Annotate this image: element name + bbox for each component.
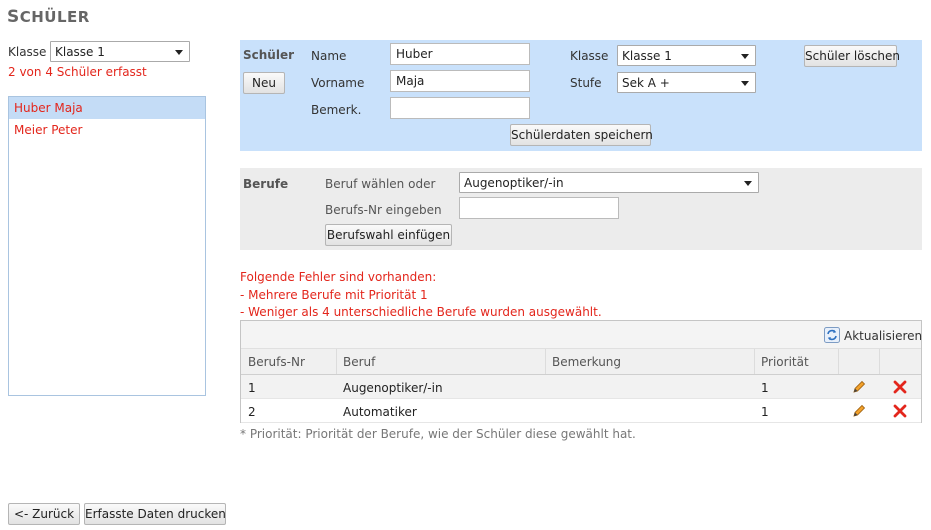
delete-x-icon[interactable]: [892, 379, 908, 395]
error-item: - Mehrere Berufe mit Priorität 1: [240, 288, 428, 302]
chevron-down-icon: [175, 50, 183, 55]
stufe-value: Sek A +: [622, 76, 670, 90]
grid-toolbar: Aktualisieren: [241, 321, 922, 349]
student-list: Huber Maja Meier Peter: [8, 96, 206, 396]
student-klasse-label: Klasse: [570, 49, 609, 63]
prioritaet-cell: 1: [761, 381, 769, 395]
prioritaet-cell: 1: [761, 405, 769, 419]
beruf-select-label: Beruf wählen oder: [325, 177, 436, 191]
berufe-grid: Aktualisieren Berufs-Nr Beruf Bemerkung …: [240, 320, 922, 423]
refresh-icon[interactable]: [824, 327, 840, 343]
pencil-icon[interactable]: [851, 379, 867, 395]
stufe-select[interactable]: Sek A +: [617, 72, 756, 93]
student-klasse-value: Klasse 1: [622, 49, 672, 63]
save-student-button[interactable]: Schülerdaten speichern: [510, 124, 653, 146]
insert-beruf-button[interactable]: Berufswahl einfügen: [325, 224, 452, 246]
berufs-nr-field[interactable]: [459, 197, 619, 219]
pencil-icon[interactable]: [851, 403, 867, 419]
chevron-down-icon: [744, 181, 752, 186]
column-header[interactable]: Beruf: [336, 349, 545, 374]
table-row[interactable]: 1 Augenoptiker/-in 1: [241, 375, 921, 399]
print-data-button[interactable]: Erfasste Daten drucken: [84, 503, 226, 525]
delete-x-icon[interactable]: [892, 403, 908, 419]
beruf-select[interactable]: Augenoptiker/-in: [459, 172, 759, 193]
back-button[interactable]: <- Zurück: [8, 503, 80, 525]
chevron-down-icon: [741, 81, 749, 86]
berufs-nr-cell: 2: [248, 405, 256, 419]
error-title: Folgende Fehler sind vorhanden:: [240, 270, 437, 284]
berufe-panel-heading: Berufe: [243, 177, 289, 191]
column-header[interactable]: Berufs-Nr: [241, 349, 336, 374]
stufe-label: Stufe: [570, 76, 602, 90]
berufs-nr-label: Berufs-Nr eingeben: [325, 203, 442, 217]
student-list-item[interactable]: Huber Maja: [9, 97, 205, 119]
klasse-filter-value: Klasse 1: [55, 45, 105, 59]
bemerkung-field[interactable]: [390, 97, 530, 119]
grid-header-row: Berufs-Nr Beruf Bemerkung Priorität: [241, 349, 921, 375]
klasse-filter-label: Klasse: [8, 45, 47, 59]
klasse-filter-select[interactable]: Klasse 1: [50, 41, 190, 62]
name-field[interactable]: Huber: [390, 43, 530, 65]
delete-student-button[interactable]: Schüler löschen: [804, 45, 900, 67]
vorname-label: Vorname: [311, 76, 365, 90]
bemerkung-cell: [545, 399, 754, 422]
page-title: SCHÜLER: [7, 7, 90, 27]
new-student-button[interactable]: Neu: [243, 72, 285, 94]
bemerkung-cell: [545, 375, 754, 398]
beruf-cell: Automatiker: [343, 405, 417, 419]
column-header[interactable]: Bemerkung: [545, 349, 754, 374]
beruf-select-value: Augenoptiker/-in: [464, 176, 564, 190]
column-header[interactable]: Priorität: [754, 349, 838, 374]
berufs-nr-cell: 1: [248, 381, 256, 395]
beruf-cell: Augenoptiker/-in: [343, 381, 443, 395]
name-label: Name: [311, 49, 347, 63]
student-klasse-select[interactable]: Klasse 1: [617, 45, 756, 66]
vorname-field[interactable]: Maja: [390, 70, 530, 92]
grid-footnote: * Priorität: Priorität der Berufe, wie d…: [240, 427, 636, 441]
bemerkung-label: Bemerk.: [311, 103, 362, 117]
table-row[interactable]: 2 Automatiker 1: [241, 399, 921, 423]
refresh-button[interactable]: Aktualisieren: [844, 329, 922, 343]
chevron-down-icon: [741, 54, 749, 59]
student-count: 2 von 4 Schüler erfasst: [8, 65, 147, 79]
error-item: - Weniger als 4 unterschiedliche Berufe …: [240, 305, 602, 319]
student-panel-heading: Schüler: [243, 48, 295, 62]
student-list-item[interactable]: Meier Peter: [9, 119, 205, 141]
